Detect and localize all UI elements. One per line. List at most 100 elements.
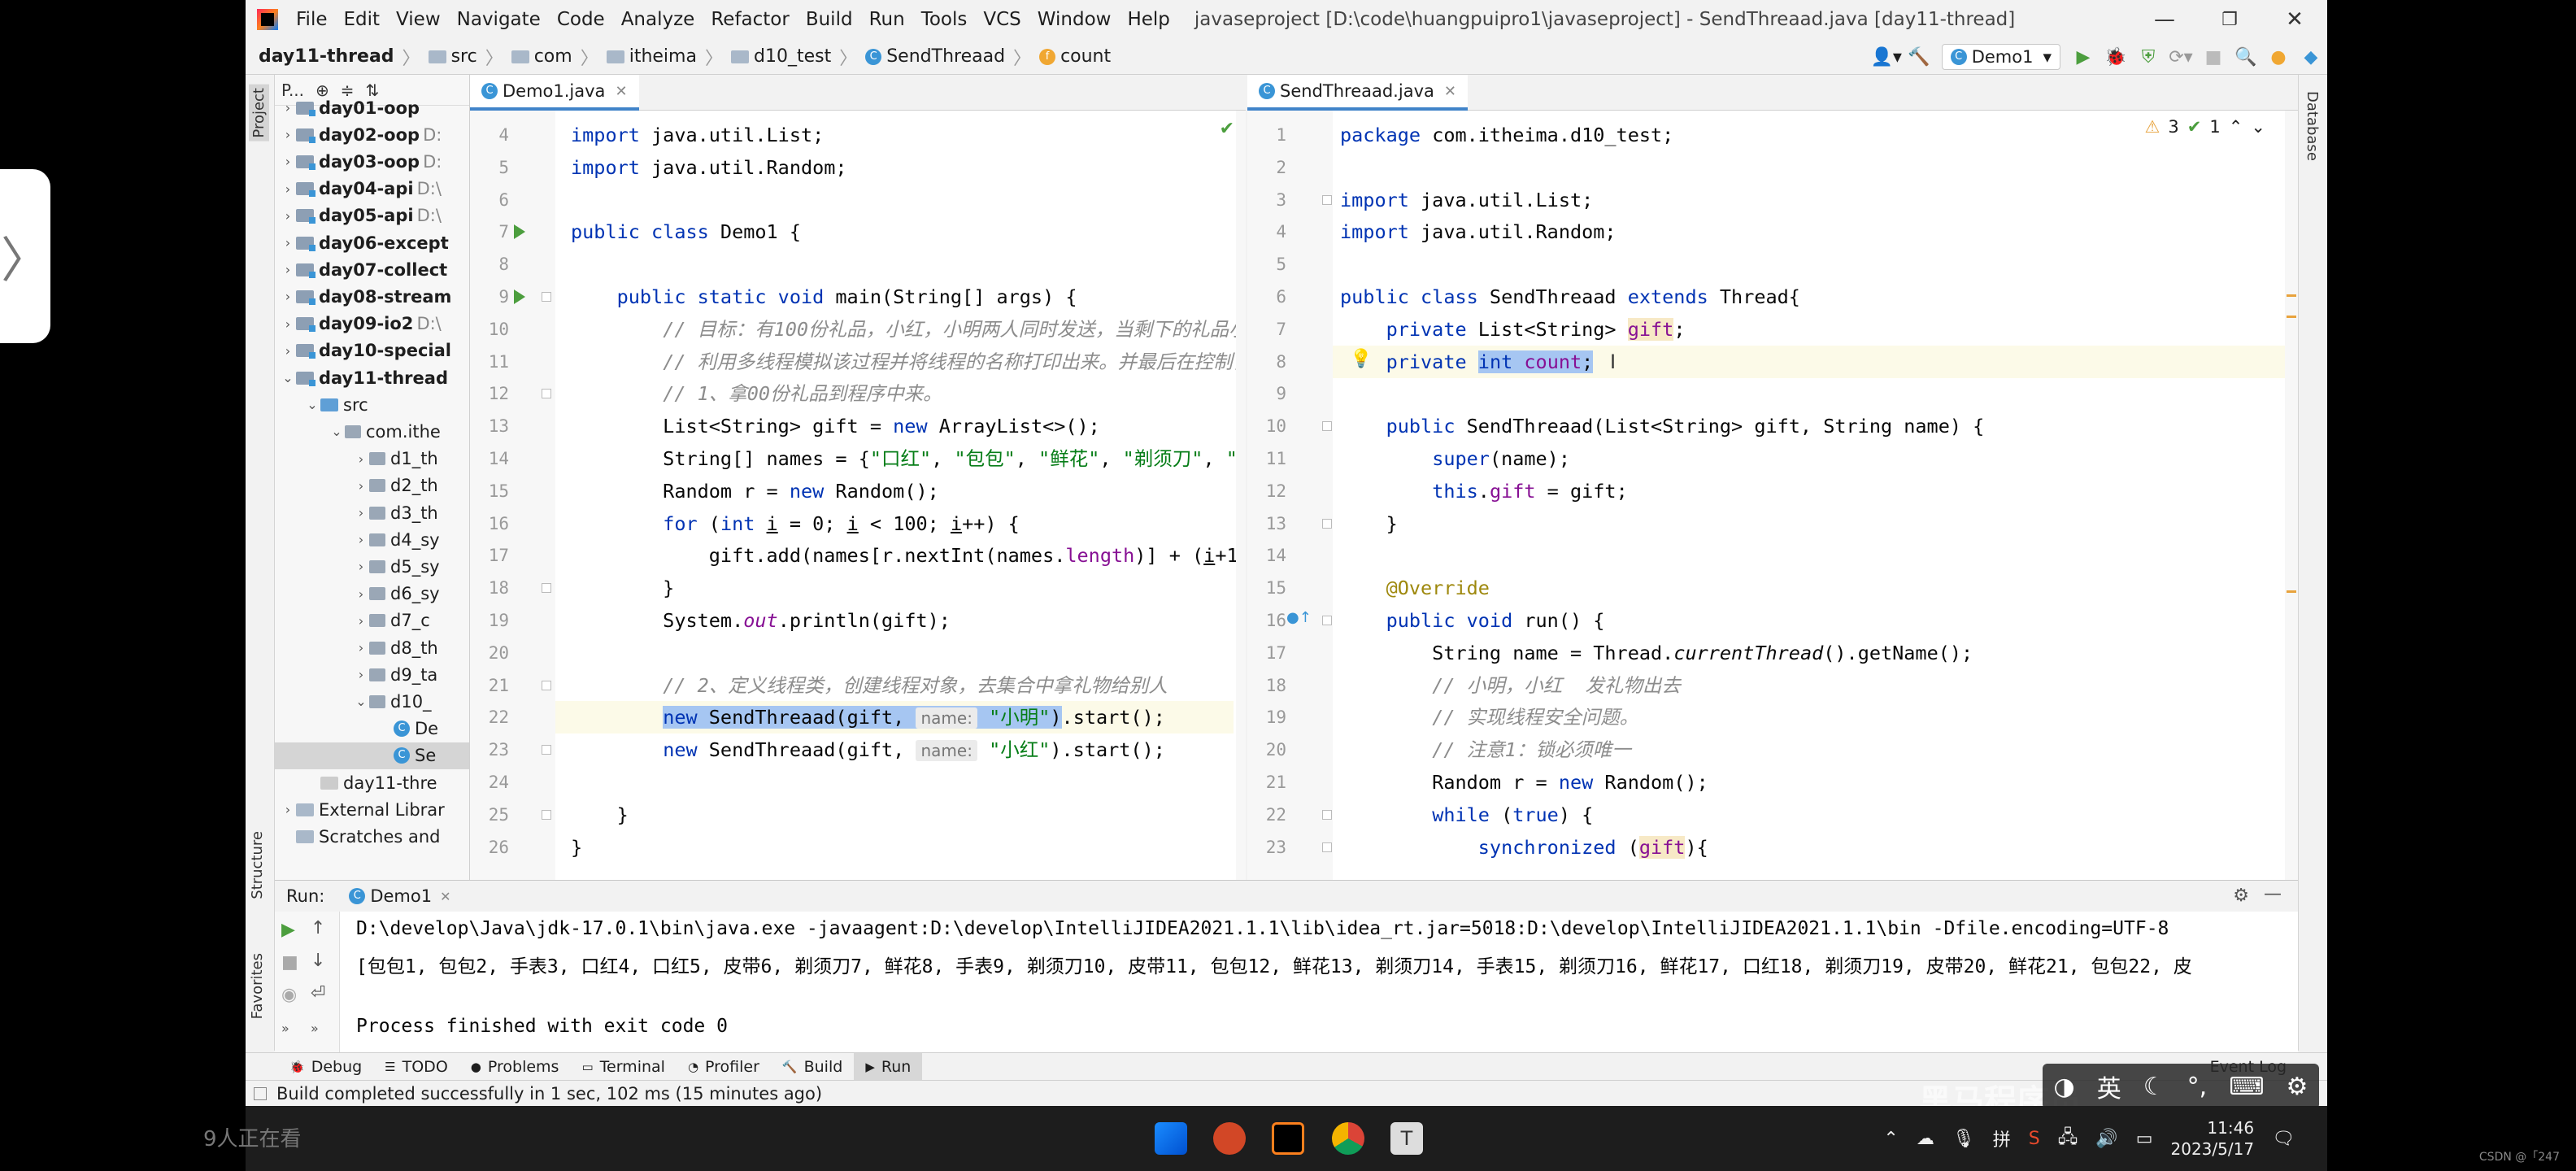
status-toggle-icon[interactable] xyxy=(254,1086,267,1100)
tree-item[interactable]: › d6_sy xyxy=(275,581,469,607)
breadcrumb-item[interactable]: f count xyxy=(1034,46,1116,67)
code-line[interactable]: // 注意1：锁必须唯一 xyxy=(1340,734,1631,766)
code-line[interactable]: } xyxy=(571,831,582,864)
lightbulb-icon[interactable]: 💡 xyxy=(1350,349,1372,369)
tool-tab-profiler[interactable]: ◔ Profiler xyxy=(677,1053,771,1081)
close-tab-icon[interactable]: ✕ xyxy=(1444,83,1456,100)
menu-window[interactable]: Window xyxy=(1029,9,1120,30)
breadcrumb-item[interactable]: d10_test xyxy=(726,46,836,67)
tray-expand-icon[interactable]: ⌃ xyxy=(1883,1129,1898,1149)
project-tool-tab[interactable]: Project xyxy=(249,85,269,141)
keyboard-icon[interactable]: ⌨ xyxy=(2229,1073,2264,1101)
chevron-right-icon[interactable]: › xyxy=(353,613,369,629)
database-tool-tab[interactable]: Database xyxy=(2304,91,2321,161)
menu-edit[interactable]: Edit xyxy=(336,9,389,30)
code-line[interactable]: public class Demo1 { xyxy=(571,215,801,248)
tree-item[interactable]: C De xyxy=(275,716,469,742)
camera-icon[interactable]: ◉ xyxy=(281,985,297,1005)
tree-item[interactable]: ⌄ day11-thread xyxy=(275,364,469,391)
code-line[interactable]: // 实现线程安全问题。 xyxy=(1340,701,1638,734)
tree-item[interactable]: › day07-collect xyxy=(275,256,469,283)
powerpoint-icon[interactable] xyxy=(1213,1122,1246,1155)
code-line[interactable]: super(name); xyxy=(1340,442,1570,475)
code-line[interactable]: private int count; xyxy=(1340,346,1594,378)
typora-icon[interactable]: T xyxy=(1390,1122,1423,1155)
menu-run[interactable]: Run xyxy=(861,9,913,30)
structure-tool-tab[interactable]: Structure xyxy=(249,831,266,899)
run-icon[interactable]: ▶ xyxy=(2067,41,2100,73)
pin-icon[interactable]: » xyxy=(281,1021,289,1036)
fold-marker-icon[interactable] xyxy=(542,809,551,820)
tree-item[interactable]: › day08-stream xyxy=(275,283,469,310)
chevron-right-icon[interactable]: › xyxy=(353,667,369,682)
fold-marker-icon[interactable] xyxy=(1322,616,1332,625)
tool-tab-terminal[interactable]: ▭ Terminal xyxy=(570,1053,676,1081)
tree-item[interactable]: › d5_sy xyxy=(275,553,469,580)
chevron-right-icon[interactable]: › xyxy=(280,100,296,115)
code-line[interactable]: // 目标：有100份礼品，小红，小明两人同时发送，当剩下的礼品小于 xyxy=(571,313,1246,346)
menu-code[interactable]: Code xyxy=(549,9,613,30)
right-editor-scrollbar[interactable] xyxy=(2285,111,2298,880)
code-line[interactable]: @Override xyxy=(1340,572,1490,604)
breadcrumb-item[interactable]: C SendThreaad xyxy=(860,46,1010,67)
tree-item[interactable]: › day09-io2 D:\ xyxy=(275,311,469,337)
chevron-right-icon[interactable]: › xyxy=(353,559,369,574)
windows-start-icon[interactable] xyxy=(1155,1122,1187,1155)
menu-navigate[interactable]: Navigate xyxy=(449,9,549,30)
code-line[interactable]: // 小明，小红 发礼物出去 xyxy=(1340,669,1681,702)
breadcrumb-item[interactable]: com xyxy=(507,46,577,67)
tree-item[interactable]: › day01-oop xyxy=(275,94,469,121)
tree-item[interactable]: › d9_ta xyxy=(275,661,469,688)
menu-file[interactable]: File xyxy=(288,9,336,30)
fold-marker-icon[interactable] xyxy=(1322,518,1332,529)
chevron-right-icon[interactable]: › xyxy=(353,532,369,547)
tab-demo1-java[interactable]: C Demo1.java ✕ xyxy=(470,75,639,111)
chevron-right-icon[interactable]: › xyxy=(280,181,296,197)
code-line[interactable]: import java.util.List; xyxy=(571,119,824,151)
soft-wrap-icon[interactable]: ⏎ xyxy=(311,983,325,1003)
fold-marker-icon[interactable] xyxy=(542,680,551,690)
chevron-right-icon[interactable]: › xyxy=(280,262,296,277)
code-line[interactable]: while (true) { xyxy=(1340,799,1593,831)
chevron-right-icon[interactable]: › xyxy=(280,127,296,142)
fold-marker-icon[interactable] xyxy=(1322,194,1332,205)
tree-item[interactable]: day11-thre xyxy=(275,769,469,796)
battery-icon[interactable]: ▭ xyxy=(2136,1129,2153,1149)
tree-item[interactable]: ⌄ src xyxy=(275,391,469,418)
breadcrumb-item[interactable]: itheima xyxy=(602,46,702,67)
menu-vcs[interactable]: VCS xyxy=(975,9,1029,30)
code-line[interactable]: List<String> gift = new ArrayList<>(); xyxy=(571,410,1100,442)
breadcrumb-item[interactable]: day11-thread xyxy=(254,46,399,67)
run-gutter-icon[interactable] xyxy=(514,289,525,304)
chevron-right-icon[interactable]: › xyxy=(353,505,369,520)
tree-item[interactable]: › d7_c xyxy=(275,607,469,634)
code-line[interactable]: } xyxy=(571,572,674,604)
chevron-down-icon[interactable]: ⌄ xyxy=(304,397,320,412)
code-line[interactable]: import java.util.Random; xyxy=(1340,215,1617,248)
run-configuration-select[interactable]: C Demo1 ▾ xyxy=(1941,44,2060,70)
chevron-right-icon[interactable]: › xyxy=(353,451,369,467)
code-line[interactable]: // 1、拿00份礼品到程序中来。 xyxy=(571,377,942,410)
hide-panel-icon[interactable]: — xyxy=(2264,884,2282,904)
mic-icon[interactable]: 🎙 xyxy=(1952,1129,1975,1149)
side-panel-handle[interactable]: 〉 xyxy=(0,169,50,343)
network-icon[interactable]: 🖧 xyxy=(2058,1123,2078,1154)
menu-view[interactable]: View xyxy=(388,9,449,30)
code-line[interactable]: String[] names = {"口红", "包包", "鲜花", "剃须刀… xyxy=(571,442,1246,475)
chevron-down-icon[interactable]: ⌄ xyxy=(280,370,296,385)
chevron-right-icon[interactable]: › xyxy=(280,802,296,817)
tab-sendthreaad-java[interactable]: C SendThreaad.java ✕ xyxy=(1247,75,1468,111)
warning-marker[interactable] xyxy=(2287,294,2296,297)
inspection-ok-icon[interactable]: ✔ xyxy=(1220,119,1234,139)
code-line[interactable]: import java.util.Random; xyxy=(571,151,847,184)
clock[interactable]: 11:46 2023/5/17 xyxy=(2171,1117,2255,1160)
code-line[interactable]: // 2、定义线程类，创建线程对象，去集合中拿礼物给别人 xyxy=(571,669,1168,702)
ime-language[interactable]: 英 xyxy=(2097,1069,2121,1104)
run-gutter-icon[interactable] xyxy=(514,224,525,240)
chevron-down-icon[interactable]: ⌄ xyxy=(353,694,369,709)
search-icon[interactable]: 🔍 xyxy=(2230,41,2262,73)
tree-item[interactable]: C Se xyxy=(275,742,469,769)
code-line[interactable]: String name = Thread.currentThread().get… xyxy=(1340,637,1973,669)
code-line[interactable]: synchronized (gift){ xyxy=(1340,831,1708,864)
chevron-right-icon[interactable]: › xyxy=(280,289,296,304)
